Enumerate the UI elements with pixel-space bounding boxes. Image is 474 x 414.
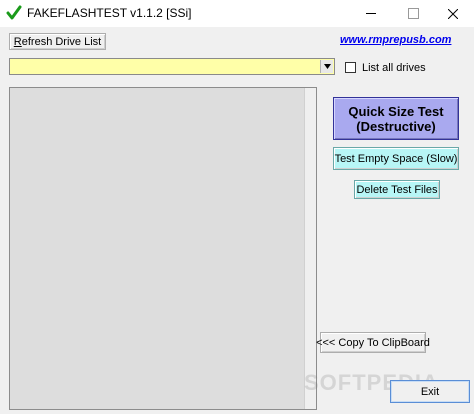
drive-select-dropdown-button[interactable] (320, 60, 333, 73)
list-all-drives-label[interactable]: List all drives (362, 62, 426, 74)
output-log-area[interactable] (9, 87, 317, 410)
window-title: FAKEFLASHTEST v1.1.2 [SSi] (27, 6, 192, 20)
output-scrollbar[interactable] (304, 88, 316, 409)
quick-size-test-sublabel: (Destructive) (356, 118, 436, 134)
copy-to-clipboard-label: <<< Copy To ClipBoard (316, 336, 430, 349)
delete-test-files-button[interactable]: Delete Test Files (354, 180, 440, 199)
list-all-drives-checkbox[interactable] (345, 62, 356, 73)
exit-button[interactable]: Exit (390, 380, 470, 403)
refresh-drive-list-button[interactable]: Refresh Drive List (9, 33, 106, 50)
minimize-button[interactable] (348, 0, 394, 27)
drive-select[interactable] (9, 58, 335, 75)
minimize-icon (366, 13, 376, 14)
copy-to-clipboard-button[interactable]: <<< Copy To ClipBoard (316, 332, 430, 353)
close-button[interactable] (430, 0, 474, 27)
quick-size-test-button[interactable]: Quick Size Test (Destructive) (333, 97, 459, 140)
close-icon (448, 8, 458, 19)
refresh-label: efresh Drive List (21, 35, 102, 48)
quick-size-test-label: Quick Size Test (348, 103, 444, 119)
chevron-down-icon (323, 64, 331, 69)
refresh-access-key: R (13, 35, 22, 48)
checkmark-icon (6, 5, 22, 20)
test-empty-space-label: Test Empty Space (Slow) (334, 152, 458, 165)
maximize-icon (407, 8, 419, 19)
title-bar[interactable]: FAKEFLASHTEST v1.1.2 [SSi] (0, 0, 474, 27)
website-link[interactable]: www.rmprepusb.com (340, 34, 451, 46)
exit-label: Exit (420, 385, 440, 398)
delete-test-files-label: Delete Test Files (356, 183, 438, 196)
test-empty-space-button[interactable]: Test Empty Space (Slow) (333, 147, 459, 170)
